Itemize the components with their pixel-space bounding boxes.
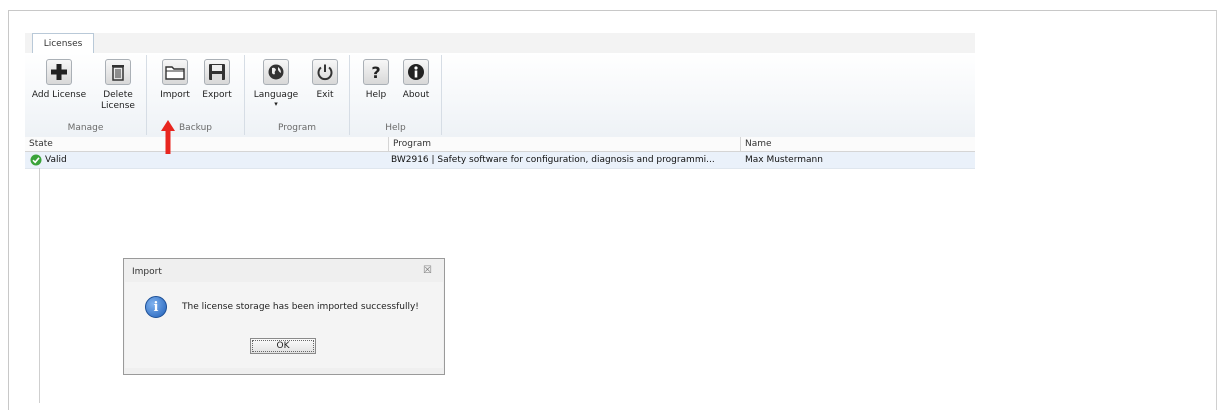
import-button[interactable]: Import — [155, 59, 195, 101]
language-button[interactable]: Language ▾ — [251, 59, 301, 108]
dialog-title: Import — [132, 267, 162, 277]
row-program: BW2916 | Safety software for configurati… — [391, 155, 715, 165]
column-header-program[interactable]: Program — [389, 137, 741, 152]
row-name: Max Mustermann — [745, 155, 823, 165]
folder-icon — [162, 59, 188, 85]
help-label: Help — [365, 90, 387, 100]
ribbon-group-help: ? Help About Help — [350, 55, 442, 135]
close-icon[interactable]: ☒ — [423, 265, 432, 276]
power-icon — [312, 59, 338, 85]
about-label: About — [402, 90, 430, 100]
tab-strip — [25, 33, 975, 54]
help-button[interactable]: ? Help — [358, 59, 394, 101]
row-state: Valid — [45, 155, 67, 165]
delete-license-button[interactable]: Delete License — [93, 59, 143, 112]
question-icon: ? — [363, 59, 389, 85]
dialog-message: The license storage has been imported su… — [182, 302, 419, 312]
add-license-label: Add License — [31, 90, 87, 100]
table-row[interactable]: Valid BW2916 | Safety software for confi… — [25, 152, 975, 169]
group-label-program: Program — [278, 123, 316, 133]
ok-button[interactable]: OK — [250, 338, 316, 354]
trash-icon — [105, 59, 131, 85]
globe-icon — [263, 59, 289, 85]
export-button[interactable]: Export — [197, 59, 237, 101]
column-header-state[interactable]: State — [25, 137, 389, 152]
about-button[interactable]: About — [398, 59, 434, 101]
language-dropdown-arrow[interactable]: ▾ — [274, 101, 278, 108]
ribbon-group-manage: Add License Delete License Manage — [25, 55, 147, 135]
column-header-name[interactable]: Name — [741, 137, 975, 152]
row-indicator-column — [25, 168, 40, 403]
group-label-help: Help — [385, 123, 406, 133]
floppy-disk-icon — [204, 59, 230, 85]
check-icon — [30, 154, 42, 166]
add-license-button[interactable]: Add License — [31, 59, 87, 101]
exit-button[interactable]: Exit — [305, 59, 345, 101]
tab-licenses[interactable]: Licenses — [32, 33, 94, 53]
exit-label: Exit — [316, 90, 334, 100]
ribbon-group-program: Language ▾ Exit Program — [245, 55, 350, 135]
red-arrow-annotation — [161, 120, 175, 154]
plus-icon — [46, 59, 72, 85]
info-icon: i — [145, 296, 167, 318]
group-label-manage: Manage — [67, 123, 104, 133]
export-label: Export — [202, 90, 232, 100]
import-dialog: Import ☒ i The license storage has been … — [123, 258, 445, 375]
delete-license-label: Delete License — [101, 90, 135, 111]
info-icon — [403, 59, 429, 85]
import-label: Import — [160, 90, 190, 100]
dialog-body: i The license storage has been imported … — [125, 282, 443, 368]
